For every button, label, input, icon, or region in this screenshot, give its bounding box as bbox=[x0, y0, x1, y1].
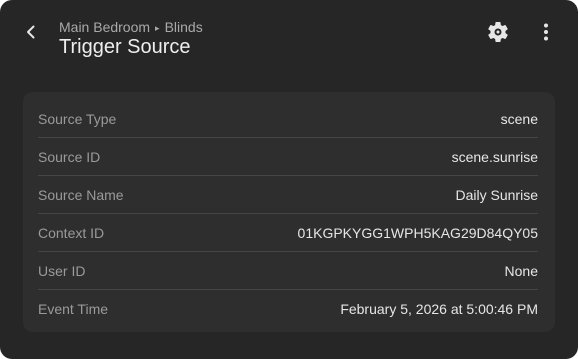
detail-row-source-name: Source Name Daily Sunrise bbox=[38, 176, 538, 214]
back-button[interactable] bbox=[13, 16, 49, 52]
page-title: Trigger Source bbox=[59, 36, 191, 58]
detail-label: Event Time bbox=[38, 301, 109, 317]
breadcrumb-area: Main Bedroom bbox=[59, 19, 151, 35]
detail-value: Daily Sunrise bbox=[455, 186, 538, 203]
detail-label: Source ID bbox=[38, 148, 101, 165]
detail-row-user-id: User ID None bbox=[38, 252, 538, 290]
detail-label: User ID bbox=[38, 262, 86, 279]
detail-row-source-id: Source ID scene.sunrise bbox=[38, 138, 538, 176]
detail-row-event-time: Event Time February 5, 2026 at 5:00:46 P… bbox=[38, 290, 538, 328]
detail-value: scene.sunrise bbox=[451, 148, 538, 165]
detail-label: Context ID bbox=[38, 224, 105, 241]
more-options-button[interactable] bbox=[528, 16, 564, 52]
detail-value: scene bbox=[500, 110, 538, 127]
detail-value: None bbox=[504, 262, 538, 279]
dialog-header: Main Bedroom ▸ Blinds Trigger Source bbox=[0, 0, 578, 80]
gear-icon bbox=[486, 20, 510, 49]
breadcrumb-device: Blinds bbox=[164, 19, 203, 35]
trigger-source-dialog: Main Bedroom ▸ Blinds Trigger Source Sourc… bbox=[0, 0, 578, 359]
detail-row-context-id: Context ID 01KGPKYGG1WPH5KAG29D84QY05 bbox=[38, 214, 538, 252]
more-vertical-icon bbox=[534, 20, 558, 49]
settings-button[interactable] bbox=[480, 16, 516, 52]
detail-row-source-type: Source Type scene bbox=[38, 100, 538, 138]
detail-value: February 5, 2026 at 5:00:46 PM bbox=[340, 301, 538, 317]
breadcrumb-separator: ▸ bbox=[155, 23, 160, 33]
chevron-left-icon bbox=[19, 20, 43, 49]
detail-value: 01KGPKYGG1WPH5KAG29D84QY05 bbox=[297, 224, 538, 241]
details-card: Source Type scene Source ID scene.sunris… bbox=[23, 92, 555, 332]
detail-label: Source Name bbox=[38, 186, 124, 203]
detail-label: Source Type bbox=[38, 110, 117, 127]
